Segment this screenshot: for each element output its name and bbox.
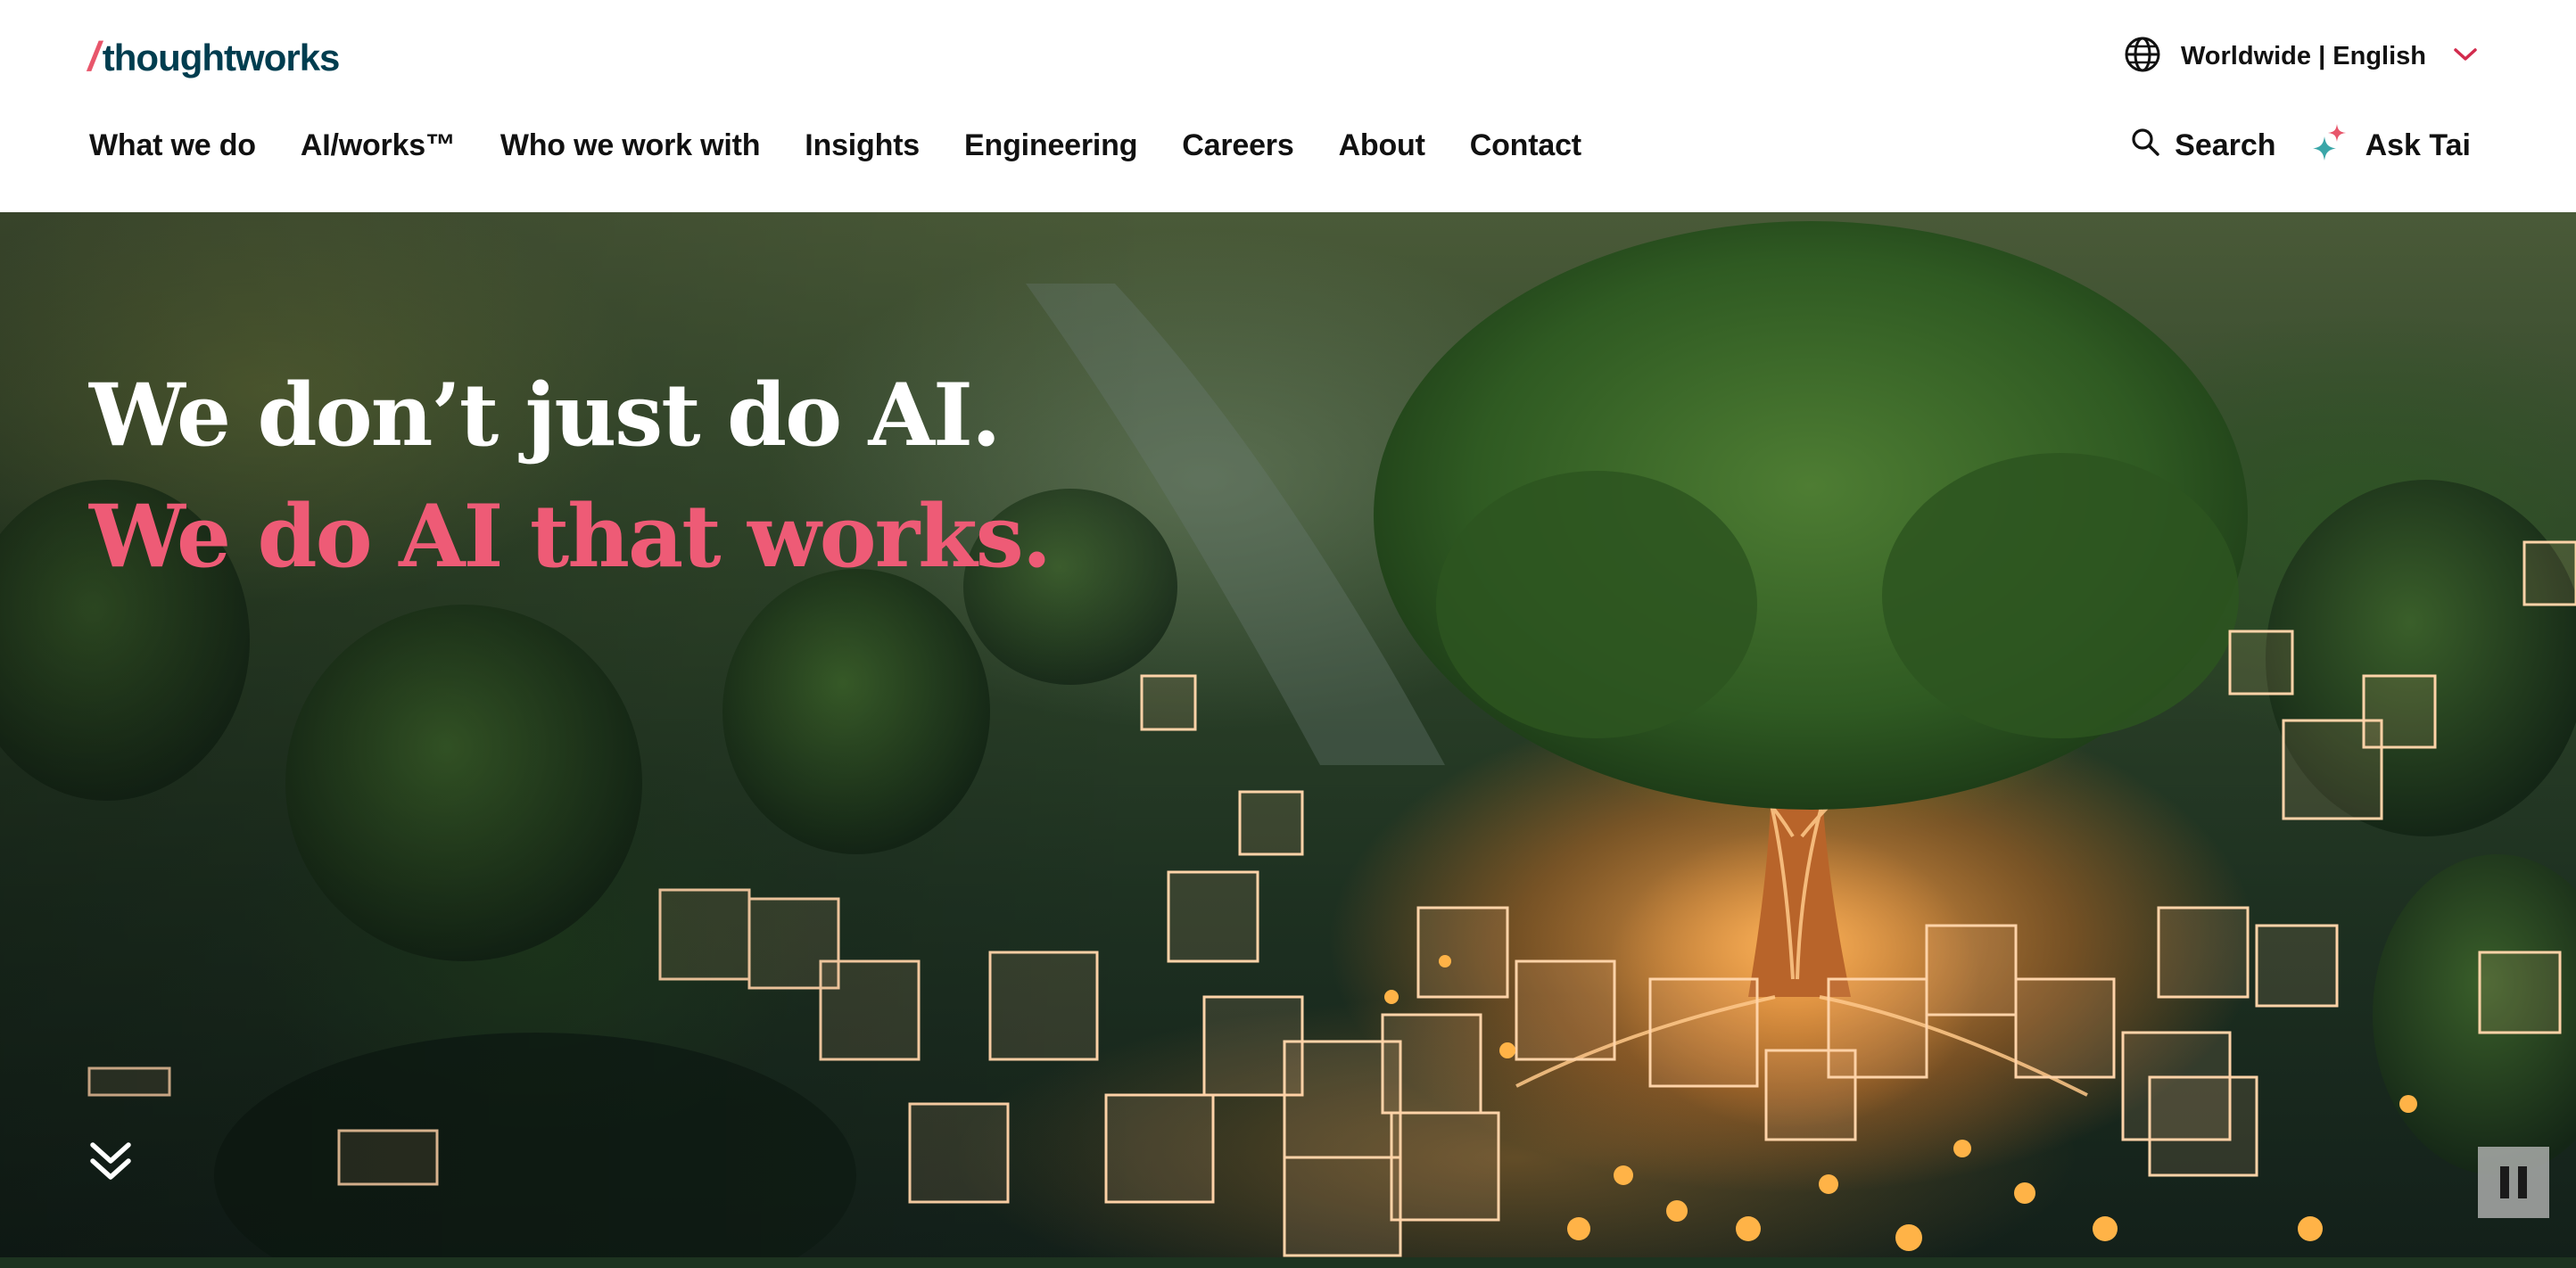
search-label: Search: [2175, 128, 2276, 162]
nav-item-who-we-work-with[interactable]: Who we work with: [500, 128, 761, 163]
main-nav: What we do AI/works™ Who we work with In…: [89, 121, 1626, 169]
ask-tai-label: Ask Tai: [2365, 128, 2471, 162]
sparkle-icon: [2312, 122, 2351, 169]
nav-item-what-we-do[interactable]: What we do: [89, 128, 256, 163]
nav-item-contact[interactable]: Contact: [1470, 128, 1581, 163]
nav-item-about[interactable]: About: [1339, 128, 1425, 163]
headline-line-2: We do AI that works.: [89, 486, 1052, 587]
utility-nav: Search Ask Tai: [2130, 121, 2471, 169]
pause-icon: [2500, 1166, 2509, 1198]
hero-headline: We don’t just do AI. We do AI that works…: [89, 355, 1052, 597]
search-button[interactable]: Search: [2130, 127, 2276, 165]
pause-icon-bar: [2518, 1166, 2527, 1198]
chevron-down-icon: [2453, 46, 2478, 67]
pause-video-button[interactable]: [2478, 1147, 2549, 1218]
hero-banner: We don’t just do AI. We do AI that works…: [0, 212, 2576, 1257]
thoughtworks-logo[interactable]: / thoughtworks: [84, 32, 341, 80]
scroll-down-button[interactable]: [86, 1136, 136, 1186]
double-chevron-down-icon: [86, 1142, 136, 1190]
site-header: / thoughtworks Worldwide | English What …: [0, 0, 2576, 212]
locale-selector[interactable]: Worldwide | English: [2124, 32, 2478, 80]
next-section-edge: [0, 1257, 2576, 1268]
nav-item-careers[interactable]: Careers: [1182, 128, 1293, 163]
nav-item-insights[interactable]: Insights: [805, 128, 920, 163]
nav-item-engineering[interactable]: Engineering: [964, 128, 1137, 163]
globe-icon: [2124, 36, 2161, 78]
locale-label: Worldwide | English: [2180, 41, 2426, 70]
nav-item-ai-works[interactable]: AI/works™: [301, 128, 456, 163]
headline-line-1: We don’t just do AI.: [89, 365, 1001, 465]
ask-tai-button[interactable]: Ask Tai: [2312, 122, 2471, 169]
search-icon: [2130, 127, 2160, 165]
logo-wordmark: thoughtworks: [102, 37, 341, 78]
